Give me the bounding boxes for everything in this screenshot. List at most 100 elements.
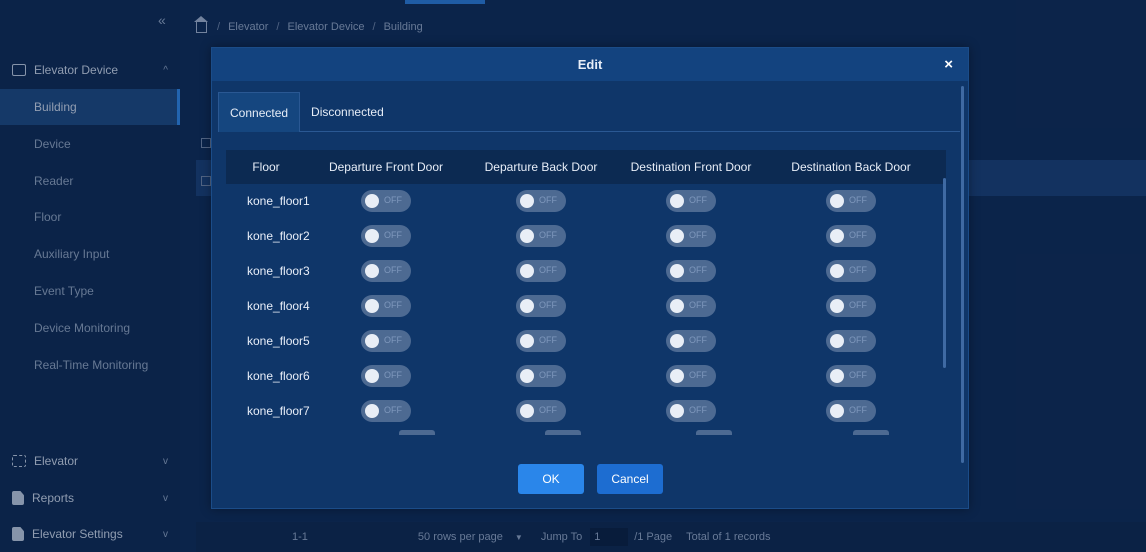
toggle-knob bbox=[830, 299, 844, 313]
table-row: kone_floor3 OFF OFF OFF OFF bbox=[226, 254, 946, 288]
destination-back-door-toggle[interactable]: OFF bbox=[826, 295, 876, 317]
departure-front-door-toggle[interactable]: OFF bbox=[361, 365, 411, 387]
toggle-cell: OFF bbox=[616, 295, 766, 317]
destination-front-door-toggle[interactable]: OFF bbox=[666, 190, 716, 212]
toggle-state-label: OFF bbox=[849, 370, 867, 380]
toggle-state-label: OFF bbox=[849, 230, 867, 240]
toggle-cell: OFF bbox=[466, 260, 616, 282]
destination-front-door-toggle[interactable]: OFF bbox=[666, 225, 716, 247]
departure-back-door-toggle[interactable]: OFF bbox=[516, 365, 566, 387]
toggle-state-label: OFF bbox=[539, 300, 557, 310]
toggle-knob bbox=[670, 194, 684, 208]
toggle-knob bbox=[520, 334, 534, 348]
toggle-state-label: OFF bbox=[849, 335, 867, 345]
destination-back-door-toggle[interactable]: OFF bbox=[826, 330, 876, 352]
close-icon[interactable]: × bbox=[944, 56, 953, 73]
column-header-floor: Floor bbox=[252, 160, 280, 174]
toggle-knob bbox=[365, 229, 379, 243]
toggle-cell: OFF bbox=[466, 190, 616, 212]
floor-name: kone_floor7 bbox=[247, 404, 310, 418]
toggle-knob bbox=[830, 334, 844, 348]
toggle-cell: OFF bbox=[616, 260, 766, 282]
dialog-title: Edit bbox=[577, 57, 603, 72]
toggle-state-label: OFF bbox=[689, 300, 707, 310]
toggle-knob bbox=[520, 404, 534, 418]
column-header-destination-front-door: Destination Front Door bbox=[630, 160, 752, 174]
tab-disconnected[interactable]: Disconnected bbox=[300, 92, 395, 132]
destination-back-door-toggle[interactable]: OFF bbox=[826, 400, 876, 422]
destination-back-door-toggle[interactable]: OFF bbox=[826, 190, 876, 212]
toggle-state-label: OFF bbox=[689, 335, 707, 345]
toggle-cell: OFF bbox=[766, 190, 936, 212]
departure-back-door-toggle[interactable]: OFF bbox=[516, 225, 566, 247]
departure-back-door-toggle[interactable]: OFF bbox=[516, 295, 566, 317]
departure-front-door-toggle[interactable]: OFF bbox=[361, 225, 411, 247]
toggle-knob bbox=[520, 369, 534, 383]
toggle-cell: OFF bbox=[466, 400, 616, 422]
departure-back-door-toggle[interactable]: OFF bbox=[516, 400, 566, 422]
toggle-state-label: OFF bbox=[384, 300, 402, 310]
departure-back-door-toggle[interactable]: OFF bbox=[516, 260, 566, 282]
toggle-cell: OFF bbox=[616, 365, 766, 387]
floor-name: kone_floor5 bbox=[247, 334, 310, 348]
table-row: kone_floor2 OFF OFF OFF OFF bbox=[226, 219, 946, 253]
departure-front-door-toggle[interactable]: OFF bbox=[361, 190, 411, 212]
toggle-cell: OFF bbox=[306, 400, 466, 422]
departure-front-door-toggle[interactable]: OFF bbox=[361, 330, 411, 352]
toggle-knob bbox=[670, 229, 684, 243]
destination-front-door-toggle[interactable]: OFF bbox=[666, 365, 716, 387]
destination-back-door-toggle[interactable]: OFF bbox=[826, 225, 876, 247]
destination-back-door-toggle[interactable]: OFF bbox=[826, 260, 876, 282]
departure-front-door-toggle[interactable]: OFF bbox=[361, 295, 411, 317]
departure-front-door-toggle[interactable]: OFF bbox=[361, 400, 411, 422]
departure-back-door-toggle[interactable]: OFF bbox=[516, 190, 566, 212]
toggle-cell: OFF bbox=[616, 190, 766, 212]
table-row: kone_floor7 OFF OFF OFF OFF bbox=[226, 394, 946, 428]
toggle-knob bbox=[830, 264, 844, 278]
floor-door-grid: Floor Departure Front Door Departure Bac… bbox=[226, 150, 946, 435]
grid-header: Floor Departure Front Door Departure Bac… bbox=[226, 150, 946, 184]
toggle-state-label: OFF bbox=[539, 370, 557, 380]
toggle-cell: OFF bbox=[616, 225, 766, 247]
toggle-cell: OFF bbox=[766, 365, 936, 387]
tab-connected[interactable]: Connected bbox=[218, 92, 301, 132]
destination-front-door-toggle[interactable]: OFF bbox=[666, 400, 716, 422]
table-row: kone_floor6 OFF OFF OFF OFF bbox=[226, 359, 946, 393]
toggle-state-label: OFF bbox=[384, 195, 402, 205]
toggle-knob bbox=[520, 299, 534, 313]
departure-back-door-toggle[interactable]: OFF bbox=[516, 330, 566, 352]
toggle-knob bbox=[830, 404, 844, 418]
toggle-knob bbox=[670, 299, 684, 313]
floor-name: kone_floor6 bbox=[247, 369, 310, 383]
grid-scrollbar[interactable] bbox=[943, 178, 946, 368]
toggle-state-label: OFF bbox=[689, 370, 707, 380]
toggle-knob bbox=[365, 194, 379, 208]
toggle-state-label: OFF bbox=[689, 230, 707, 240]
departure-front-door-toggle[interactable]: OFF bbox=[361, 260, 411, 282]
floor-name: kone_floor3 bbox=[247, 264, 310, 278]
toggle-knob bbox=[520, 264, 534, 278]
toggle-cell: OFF bbox=[306, 260, 466, 282]
table-row: kone_floor1 OFF OFF OFF OFF bbox=[226, 184, 946, 218]
dialog-header: Edit × bbox=[212, 48, 968, 81]
ok-button[interactable]: OK bbox=[518, 464, 584, 494]
destination-front-door-toggle[interactable]: OFF bbox=[666, 260, 716, 282]
cancel-button[interactable]: Cancel bbox=[597, 464, 663, 494]
toggle-state-label: OFF bbox=[539, 265, 557, 275]
destination-back-door-toggle[interactable]: OFF bbox=[826, 365, 876, 387]
toggle-state-label: OFF bbox=[539, 335, 557, 345]
toggle-state-label: OFF bbox=[849, 405, 867, 415]
floor-name: kone_floor2 bbox=[247, 229, 310, 243]
toggle-state-label: OFF bbox=[689, 195, 707, 205]
dialog-scrollbar[interactable] bbox=[961, 86, 964, 463]
toggle-cell: OFF bbox=[306, 190, 466, 212]
destination-front-door-toggle[interactable]: OFF bbox=[666, 330, 716, 352]
toggle-state-label: OFF bbox=[539, 405, 557, 415]
column-header-departure-back-door: Departure Back Door bbox=[484, 160, 598, 174]
toggle-cell: OFF bbox=[766, 225, 936, 247]
toggle-cell: OFF bbox=[306, 225, 466, 247]
toggle-cell: OFF bbox=[466, 330, 616, 352]
toggle-cell: OFF bbox=[466, 225, 616, 247]
toggle-cell: OFF bbox=[466, 295, 616, 317]
destination-front-door-toggle[interactable]: OFF bbox=[666, 295, 716, 317]
